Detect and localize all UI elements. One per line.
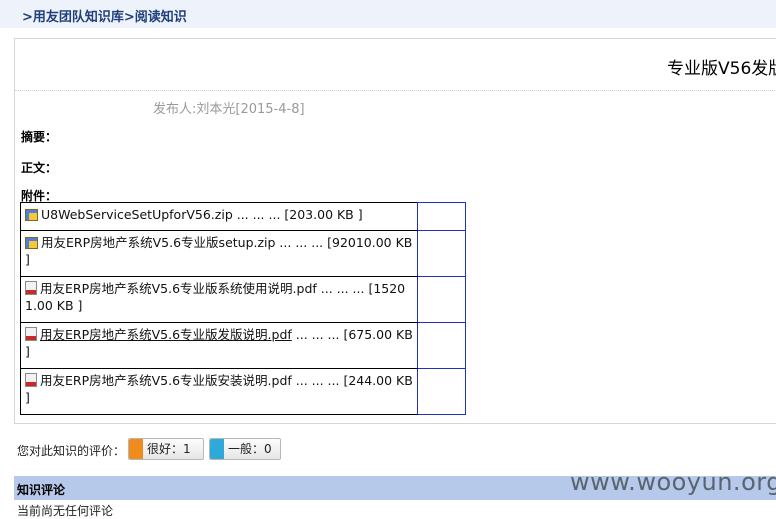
attachment-action-cell: [417, 276, 466, 323]
attachment-link[interactable]: 用友ERP房地产系统V5.6专业版发版说明.pdf: [40, 327, 292, 342]
pdf-icon: [25, 373, 37, 387]
attachment-link[interactable]: 用友ERP房地产系统V5.6专业版系统使用说明.pdf ... ... ... …: [25, 281, 405, 313]
attachment-row: U8WebServiceSetUpforV56.zip ... ... ... …: [20, 202, 466, 231]
attachment-action-cell: [417, 368, 466, 415]
watermark: www.wooyun.org: [570, 468, 776, 496]
zip-icon: [25, 237, 38, 249]
neutral-icon: [210, 439, 224, 459]
attachment-action-cell: [417, 322, 466, 369]
rate-good-button[interactable]: 很好：1: [128, 438, 204, 460]
attachment-row: 用友ERP房地产系统V5.6专业版安装说明.pdf ... ... ... [2…: [20, 368, 466, 415]
attachment-link[interactable]: 用友ERP房地产系统V5.6专业版setup.zip ... ... ... […: [25, 235, 412, 267]
rate-good-label: 很好：1: [147, 442, 191, 456]
attachment-row: 用友ERP房地产系统V5.6专业版发版说明.pdf ... ... ... [6…: [20, 322, 466, 369]
article-panel: 专业版V56发版 发布人:刘本光[2015-4-8] 摘要： 正文： 附件： U…: [14, 38, 776, 424]
attachment-action-cell: [417, 230, 466, 277]
zip-icon: [25, 209, 38, 221]
attachment-action-cell: [417, 202, 466, 231]
thumb-up-icon: [129, 439, 143, 459]
attachment-row: 用友ERP房地产系统V5.6专业版setup.zip ... ... ... […: [20, 230, 466, 277]
rate-average-button[interactable]: 一般：0: [209, 438, 281, 460]
attachment-row: 用友ERP房地产系统V5.6专业版系统使用说明.pdf ... ... ... …: [20, 276, 466, 323]
breadcrumb: >用友团队知识库>阅读知识: [0, 0, 776, 28]
comments-title: 知识评论: [17, 483, 66, 497]
summary-label: 摘要：: [21, 130, 58, 144]
pdf-icon: [25, 327, 37, 341]
attachment-link[interactable]: U8WebServiceSetUpforV56.zip ... ... ... …: [41, 207, 363, 222]
attachments-table: U8WebServiceSetUpforV56.zip ... ... ... …: [20, 202, 466, 415]
article-title: 专业版V56发版: [667, 59, 776, 79]
rate-average-label: 一般：0: [228, 442, 272, 456]
body-label: 正文：: [21, 161, 58, 175]
attachment-link[interactable]: 用友ERP房地产系统V5.6专业版安装说明.pdf ... ... ... [2…: [25, 373, 413, 405]
author-line: 发布人:刘本光[2015-4-8]: [153, 102, 305, 117]
rating-prompt: 您对此知识的评价：: [17, 444, 126, 458]
title-divider: [15, 90, 776, 91]
pdf-icon: [25, 281, 37, 295]
no-comments-text: 当前尚无任何评论: [17, 504, 114, 518]
breadcrumb-text[interactable]: >用友团队知识库>阅读知识: [22, 6, 187, 25]
